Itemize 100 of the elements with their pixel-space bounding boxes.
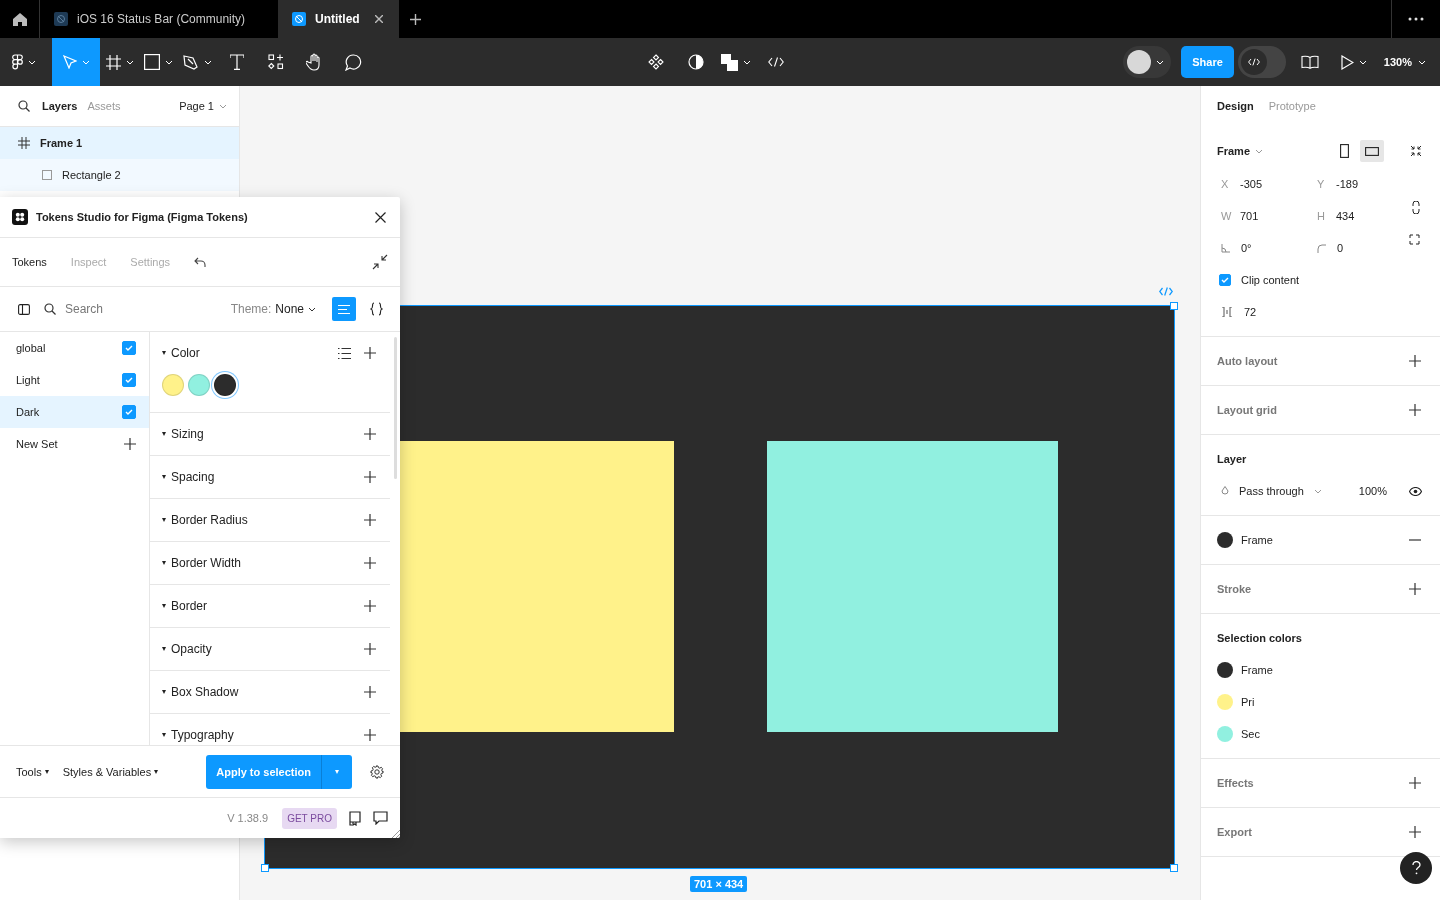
plus-icon[interactable] (364, 471, 376, 483)
corners-icon[interactable] (1409, 234, 1420, 245)
number-field[interactable]: Y -189 (1313, 168, 1409, 200)
plugin-tab[interactable]: Tokens (12, 256, 47, 268)
token-group-toggle[interactable]: Border Radius (162, 513, 248, 527)
token-set-item[interactable]: Dark (0, 396, 149, 428)
color-swatch[interactable] (1217, 532, 1233, 548)
orientation-button[interactable] (1360, 140, 1384, 162)
apply-options-button[interactable] (322, 754, 352, 789)
token-group-toggle[interactable]: Color (162, 346, 200, 360)
dev-mode-toggle[interactable] (1237, 46, 1286, 78)
color-token[interactable] (188, 374, 210, 396)
file-tab[interactable]: iOS 16 Status Bar (Community) (40, 0, 278, 38)
close-icon[interactable] (375, 211, 386, 223)
plus-icon[interactable] (364, 729, 376, 741)
plus-icon[interactable] (364, 600, 376, 612)
plus-icon[interactable] (364, 557, 376, 569)
panel-tab[interactable]: Design (1217, 100, 1254, 112)
token-group-toggle[interactable]: Opacity (162, 642, 212, 656)
plus-icon[interactable] (409, 13, 421, 25)
close-icon[interactable] (374, 15, 383, 23)
search-field[interactable]: Search (63, 301, 187, 317)
pen-icon (183, 54, 199, 70)
scrollbar[interactable] (394, 337, 397, 479)
corner-radius-field[interactable]: 0 (1313, 232, 1409, 264)
sidebar-toggle-icon[interactable] (18, 303, 30, 315)
help-button[interactable] (1400, 852, 1432, 884)
settings-icon[interactable] (370, 764, 384, 779)
resize-handle[interactable] (1170, 864, 1178, 872)
list-icon (338, 304, 350, 314)
theme-dropdown[interactable]: Theme: None (230, 302, 316, 316)
caret-icon (1418, 59, 1426, 65)
frame-icon (18, 137, 30, 149)
number-field[interactable]: X -305 (1217, 168, 1313, 200)
list-view-icon[interactable] (338, 347, 351, 359)
checkbox[interactable] (122, 373, 136, 387)
zoom-menu[interactable]: 130% (1377, 38, 1432, 86)
token-set-item[interactable]: Light (0, 364, 149, 396)
docs-icon[interactable] (349, 810, 361, 826)
constrain-icon[interactable] (1412, 201, 1420, 214)
plus-icon[interactable] (1409, 355, 1421, 367)
plus-icon[interactable] (124, 438, 136, 450)
expand-icon (162, 432, 166, 436)
checkbox[interactable] (122, 341, 136, 355)
token-set-item[interactable]: global (0, 332, 149, 364)
resize-grip-icon[interactable] (392, 830, 400, 838)
opacity-field[interactable]: 100% (1358, 485, 1387, 497)
layer-item[interactable]: Frame 1 (0, 127, 239, 159)
plugin-title: Tokens Studio for Figma (Figma Tokens) (36, 211, 248, 223)
collapse-icon[interactable] (1410, 145, 1422, 157)
rotation-field[interactable]: 0° (1217, 232, 1313, 264)
token-group-toggle[interactable]: Typography (162, 728, 234, 742)
avatar-menu[interactable] (1123, 46, 1172, 78)
spacing-field[interactable]: 72 (1217, 296, 1424, 328)
page-selector[interactable]: Page 1 (179, 100, 227, 112)
undo-icon[interactable] (194, 256, 207, 268)
resize-handle[interactable] (1170, 302, 1178, 310)
fill-name: Frame (1241, 534, 1273, 546)
plus-icon[interactable] (1409, 777, 1421, 789)
angle-icon (1221, 243, 1230, 253)
file-tab[interactable]: Untitled (278, 0, 399, 38)
get-pro-button[interactable]: GET PRO (282, 807, 337, 829)
plus-icon[interactable] (364, 643, 376, 655)
panel-tab[interactable]: Layers (42, 100, 78, 112)
plus-icon[interactable] (1409, 404, 1421, 416)
plus-icon[interactable] (364, 347, 376, 359)
plus-icon[interactable] (364, 428, 376, 440)
token-group-toggle[interactable]: Spacing (162, 470, 215, 484)
token-group-toggle[interactable]: Border Width (162, 556, 242, 570)
checkbox[interactable] (1219, 274, 1231, 286)
layer-item[interactable]: Rectangle 2 (0, 159, 239, 191)
frame-type-dropdown[interactable]: Frame (1217, 145, 1264, 157)
color-token[interactable] (214, 374, 236, 396)
token-group-toggle[interactable]: Sizing (162, 427, 204, 441)
search-icon[interactable] (18, 100, 30, 112)
plus-icon[interactable] (1409, 826, 1421, 838)
caret-icon (204, 59, 212, 65)
color-swatch[interactable] (1217, 726, 1233, 742)
color-swatch[interactable] (1217, 662, 1233, 678)
plus-icon[interactable] (1409, 583, 1421, 595)
play-icon (1340, 54, 1354, 70)
token-group-toggle[interactable]: Box Shadow (162, 685, 239, 699)
feedback-icon[interactable] (373, 811, 388, 825)
minimize-icon[interactable] (372, 254, 388, 270)
styles-menu[interactable]: Styles & Variables (62, 765, 159, 778)
plus-icon[interactable] (364, 514, 376, 526)
caret-icon (125, 59, 134, 65)
eye-icon[interactable] (1409, 486, 1422, 496)
blend-mode-dropdown[interactable]: Pass through (1217, 475, 1322, 507)
number-field[interactable]: H 434 (1313, 200, 1409, 232)
color-token[interactable] (162, 374, 184, 396)
token-group-toggle[interactable]: Border (162, 599, 208, 613)
tools-menu[interactable]: Tools (16, 765, 49, 778)
expand-icon (162, 733, 166, 737)
checkbox[interactable] (122, 405, 136, 419)
resize-handle[interactable] (261, 864, 269, 872)
number-field[interactable]: W 701 (1217, 200, 1313, 232)
color-swatch[interactable] (1217, 694, 1233, 710)
plus-icon[interactable] (364, 686, 376, 698)
size-label: 701 × 434 (690, 876, 748, 892)
